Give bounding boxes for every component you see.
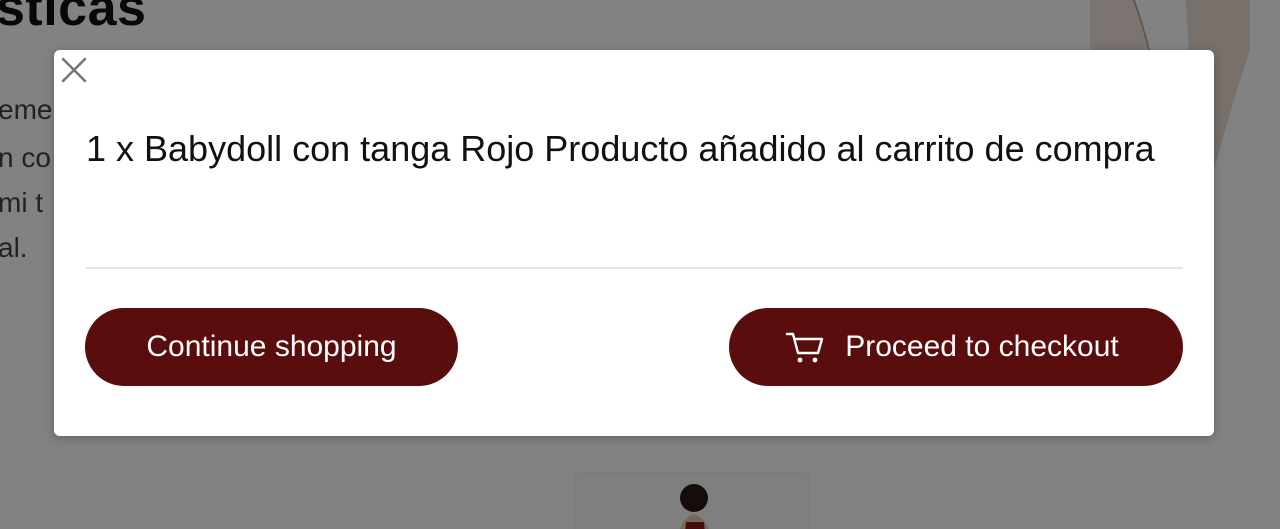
- proceed-to-checkout-button[interactable]: Proceed to checkout: [729, 308, 1183, 386]
- divider: [86, 267, 1183, 269]
- cart-added-message: 1 x Babydoll con tanga Rojo Producto aña…: [86, 128, 1155, 169]
- proceed-to-checkout-label: Proceed to checkout: [845, 330, 1119, 363]
- close-icon: [61, 57, 87, 83]
- cart-icon: [786, 332, 824, 363]
- cart-added-modal: 1 x Babydoll con tanga Rojo Producto aña…: [54, 50, 1214, 436]
- continue-shopping-label: Continue shopping: [146, 330, 397, 363]
- close-button[interactable]: [58, 54, 90, 86]
- continue-shopping-button[interactable]: Continue shopping: [85, 308, 458, 386]
- page: sticas eme n co mi t al. 1 x Babydoll co…: [0, 0, 1280, 529]
